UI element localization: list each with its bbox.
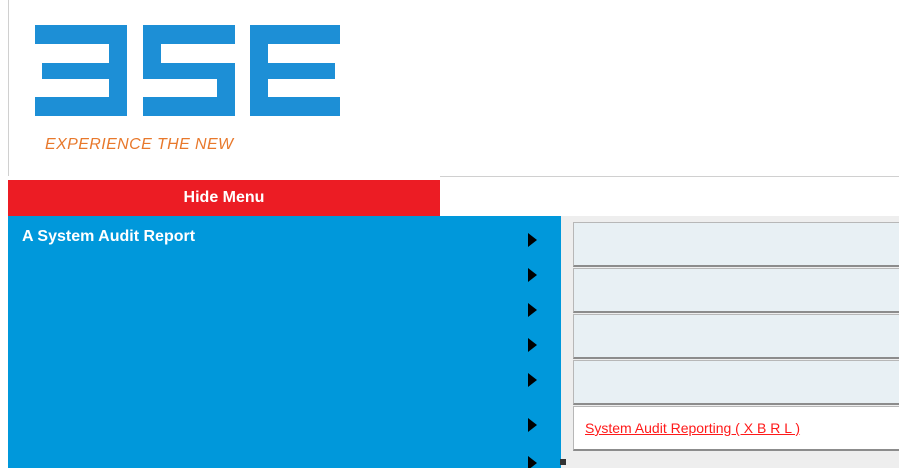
caret-right-icon[interactable] xyxy=(528,233,537,247)
submenu-item[interactable] xyxy=(573,314,899,359)
caret-right-icon[interactable] xyxy=(528,373,537,387)
submenu-item[interactable] xyxy=(573,360,899,405)
bse-logo-mark xyxy=(35,25,340,116)
menu-item-system-audit-report[interactable]: A System Audit Report xyxy=(22,228,195,246)
logo-tagline: EXPERIENCE THE NEW xyxy=(45,136,234,153)
caret-right-icon[interactable] xyxy=(528,268,537,282)
submenu-item-xbrl[interactable]: System Audit Reporting ( X B R L ) xyxy=(573,406,899,451)
hide-menu-button[interactable]: Hide Menu xyxy=(8,180,440,216)
resize-handle xyxy=(560,459,566,465)
caret-right-icon[interactable] xyxy=(528,338,537,352)
side-menu-panel: A System Audit Report xyxy=(8,216,561,468)
submenu-item[interactable] xyxy=(573,268,899,313)
bse-logo: EXPERIENCE THE NEW xyxy=(35,25,340,165)
system-audit-reporting-xbrl-link[interactable]: System Audit Reporting ( X B R L ) xyxy=(585,420,800,436)
header-bottom-divider xyxy=(440,176,899,177)
caret-right-icon[interactable] xyxy=(528,456,537,468)
caret-right-icon[interactable] xyxy=(528,418,537,432)
header-left-divider xyxy=(8,0,9,176)
caret-right-icon[interactable] xyxy=(528,303,537,317)
submenu-item[interactable] xyxy=(573,222,899,267)
